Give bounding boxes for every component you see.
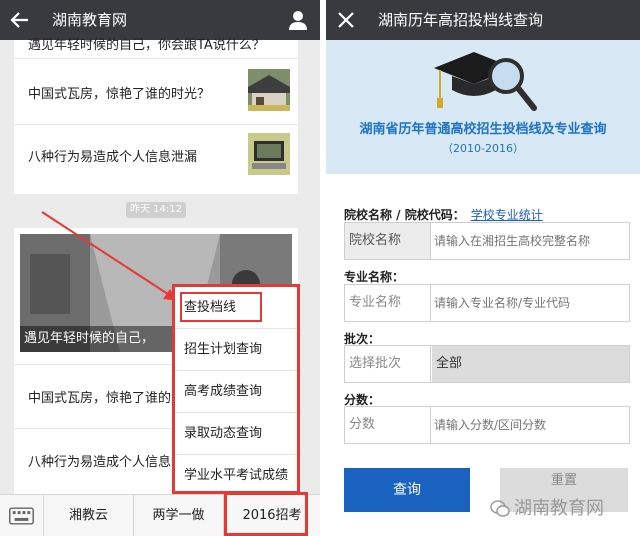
tab-xiangjiaoyun[interactable]: 湘教云 bbox=[44, 495, 134, 536]
score-input[interactable] bbox=[432, 407, 629, 443]
query-banner: 湖南省历年普通高校招生投档线及专业查询 （2010-2016） bbox=[326, 40, 640, 174]
major-box-label: 专业名称 bbox=[345, 285, 431, 321]
school-name-field: 院校名称 bbox=[344, 222, 630, 260]
watermark-text: 湖南教育网 bbox=[514, 498, 604, 519]
close-icon[interactable] bbox=[334, 8, 358, 32]
menu-item-highlight bbox=[180, 292, 262, 322]
banner-title: 湖南省历年普通高校招生投档线及专业查询 bbox=[359, 122, 607, 137]
school-box-label: 院校名称 bbox=[345, 223, 431, 259]
school-field-label: 院校名称 / 院校代码： 学校专业统计 bbox=[344, 206, 543, 223]
school-label-text: 院校名称 / 院校代码： bbox=[344, 208, 465, 222]
major-field-label: 专业名称： bbox=[344, 270, 405, 284]
right-top-bar: 湖南历年高招投档线查询 bbox=[326, 0, 640, 40]
query-button[interactable]: 查询 bbox=[344, 468, 470, 512]
menu-item-exam-score[interactable]: 高考成绩查询 bbox=[175, 371, 297, 413]
popup-menu: 查投档线 招生计划查询 高考成绩查询 录取动态查询 学业水平考试成绩 bbox=[172, 284, 300, 494]
page-title: 湖南历年高招投档线查询 bbox=[378, 11, 544, 29]
menu-item-proficiency-score[interactable]: 学业水平考试成绩 bbox=[175, 455, 297, 497]
right-phone-screen: 湖南历年高招投档线查询 湖南省历年普通高校招生投档线及专业查询 （2010-20… bbox=[326, 0, 640, 536]
keyboard-icon[interactable] bbox=[0, 495, 44, 536]
score-field: 分数 bbox=[344, 406, 630, 444]
tab-liangxueyizuo[interactable]: 两学一做 bbox=[134, 495, 224, 536]
score-box-label: 分数 bbox=[345, 407, 431, 443]
menu-item-admission-status[interactable]: 录取动态查询 bbox=[175, 413, 297, 455]
school-name-input[interactable] bbox=[432, 223, 629, 259]
graduation-cap-magnifier-icon bbox=[434, 52, 537, 111]
tab-highlight-box bbox=[224, 492, 308, 536]
batch-field: 选择批次 全部 bbox=[344, 345, 630, 383]
major-name-field: 专业名称 bbox=[344, 284, 630, 322]
watermark: 湖南教育网 bbox=[490, 494, 640, 524]
wechat-logo-icon bbox=[490, 500, 510, 517]
batch-box-label: 选择批次 bbox=[345, 346, 431, 382]
batch-select[interactable]: 全部 bbox=[432, 346, 629, 382]
left-phone-screen: 湖南教育网 遇见年轻时候的自己，你会跟TA说什么？ 中国式瓦房，惊艳了谁的时光？… bbox=[0, 0, 320, 536]
school-stats-link[interactable]: 学校专业统计 bbox=[471, 208, 543, 222]
major-name-input[interactable] bbox=[432, 285, 629, 321]
menu-item-enrollment-plan[interactable]: 招生计划查询 bbox=[175, 329, 297, 371]
banner-subtitle: （2010-2016） bbox=[442, 142, 524, 155]
